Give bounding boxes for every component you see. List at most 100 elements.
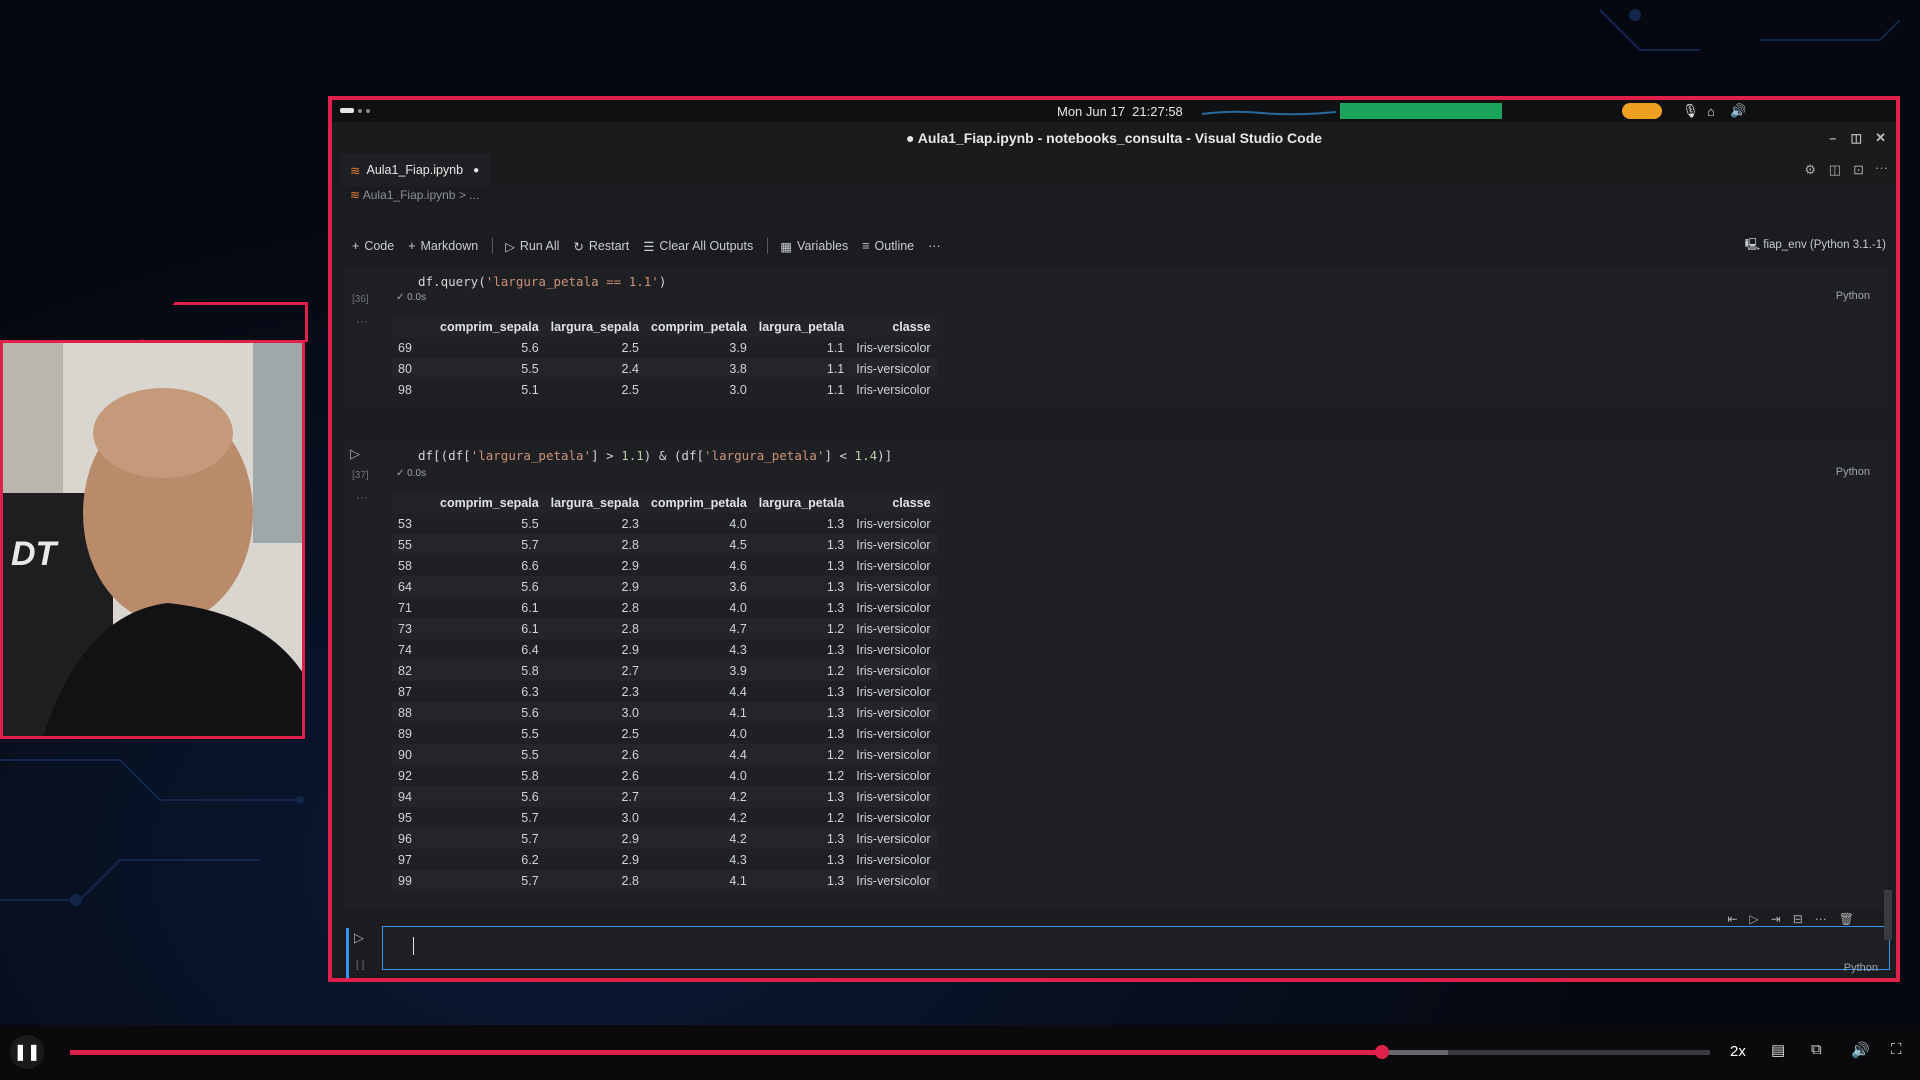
settings-gear-icon[interactable]: ⚙ bbox=[1804, 162, 1816, 178]
run-all-button[interactable]: ▷ Run All bbox=[505, 239, 559, 254]
recording-indicator-icon[interactable] bbox=[1622, 103, 1662, 119]
run-below-icon[interactable]: ⇥ bbox=[1771, 912, 1793, 926]
tab-aula1-fiap[interactable]: ≋ Aula1_Fiap.ipynb ● bbox=[340, 154, 490, 186]
unsaved-dot-icon[interactable]: ● bbox=[473, 165, 479, 176]
execution-time: 0.0s bbox=[407, 292, 427, 303]
playback-speed-button[interactable]: 2x bbox=[1730, 1043, 1746, 1060]
workspace-dot-icon[interactable] bbox=[366, 109, 370, 113]
row-index: 53 bbox=[398, 516, 412, 531]
add-code-button[interactable]: + Code bbox=[352, 239, 394, 253]
cell-classe: Iris-versicolor bbox=[850, 828, 937, 849]
add-markdown-label: Markdown bbox=[420, 239, 479, 253]
table-row: 92 5.8 2.6 4.0 1.2 Iris-versicolor bbox=[392, 765, 937, 786]
table-row: 80 5.5 2.4 3.8 1.1 Iris-versicolor bbox=[392, 358, 937, 379]
captions-icon[interactable]: ▤ bbox=[1771, 1041, 1785, 1059]
cell-value: 2.5 bbox=[621, 382, 639, 397]
cell-value: 5.5 bbox=[434, 358, 545, 379]
cell-language-label[interactable]: Python bbox=[1836, 290, 1870, 302]
table-row: 98 5.1 2.5 3.0 1.1 Iris-versicolor bbox=[392, 379, 937, 400]
minimize-icon[interactable]: – bbox=[1829, 131, 1836, 145]
table-row: 99 5.7 2.8 4.1 1.3 Iris-versicolor bbox=[392, 870, 937, 891]
volume-icon[interactable]: 🔊 bbox=[1730, 103, 1746, 119]
picture-in-picture-icon[interactable]: ⧉ bbox=[1811, 1041, 1822, 1058]
cell-value: 2.3 bbox=[621, 684, 639, 699]
cell-value: 1.2 bbox=[826, 810, 845, 825]
cell-value: 4.0 bbox=[729, 600, 747, 615]
run-cell-icon[interactable]: ▷ bbox=[350, 446, 360, 462]
empty-code-cell-input[interactable] bbox=[382, 926, 1890, 970]
system-clock[interactable]: Mon Jun 17 21:27:58 bbox=[1057, 104, 1183, 119]
dataframe-output: comprim_sepala largura_sepala comprim_pe… bbox=[392, 492, 937, 891]
run-above-icon[interactable]: ⇤ bbox=[1727, 912, 1749, 926]
kernel-picker[interactable]: 🖳 fiap_env (Python 3.1.-1) bbox=[1745, 237, 1886, 256]
split-editor-icon[interactable]: ◫ bbox=[1829, 162, 1841, 178]
cell-value: 4.2 bbox=[729, 810, 747, 825]
more-actions-icon[interactable]: ··· bbox=[1875, 160, 1888, 175]
more-toolbar-button[interactable]: ··· bbox=[928, 239, 941, 253]
cell-code[interactable]: df.query('largura_petala == 1.1') bbox=[418, 274, 666, 289]
row-index: 87 bbox=[398, 684, 412, 699]
breadcrumb[interactable]: ≋ Aula1_Fiap.ipynb > ... bbox=[350, 188, 479, 202]
more-actions-icon[interactable]: ⋯ bbox=[1815, 912, 1839, 926]
output-more-icon[interactable]: ··· bbox=[356, 490, 368, 504]
pause-icon[interactable]: ❚❚ bbox=[10, 1035, 44, 1069]
cell-classe: Iris-versicolor bbox=[850, 660, 937, 681]
workspace-indicator-icon[interactable] bbox=[340, 108, 354, 113]
vertical-scrollbar[interactable] bbox=[1884, 890, 1892, 940]
plus-icon: + bbox=[408, 239, 416, 253]
restart-button[interactable]: ↻ Restart bbox=[573, 239, 629, 254]
variables-button[interactable]: ▦ Variables bbox=[780, 239, 848, 254]
run-cell-icon[interactable]: ▷ bbox=[354, 930, 364, 946]
cell-code[interactable]: df[(df['largura_petala'] > 1.1) & (df['l… bbox=[418, 448, 892, 463]
column-header: largura_petala bbox=[752, 492, 851, 513]
table-row: 69 5.6 2.5 3.9 1.1 Iris-versicolor bbox=[392, 337, 937, 358]
execution-status: ✓ 0.0s bbox=[396, 292, 426, 303]
cell-classe: Iris-versicolor bbox=[850, 534, 937, 555]
progress-track[interactable] bbox=[70, 1045, 1710, 1059]
delete-cell-icon[interactable]: 🗑 bbox=[1839, 912, 1866, 926]
row-index: 74 bbox=[398, 642, 412, 657]
table-row: 96 5.7 2.9 4.2 1.3 Iris-versicolor bbox=[392, 828, 937, 849]
workspace-dot-icon[interactable] bbox=[358, 109, 362, 113]
split-cell-icon[interactable]: ⊟ bbox=[1793, 912, 1815, 926]
outline-button[interactable]: ≡ Outline bbox=[862, 239, 914, 253]
notebook-cell-filter[interactable]: ▷ [37] df[(df['largura_petala'] > 1.1) &… bbox=[344, 440, 1888, 910]
cell-execution-count: [37] bbox=[352, 470, 369, 481]
maximize-icon[interactable]: ◫ bbox=[1851, 131, 1862, 145]
add-markdown-button[interactable]: + Markdown bbox=[408, 239, 478, 253]
restart-label: Restart bbox=[588, 239, 630, 253]
cell-language-label[interactable]: Python bbox=[1844, 962, 1878, 974]
network-icon[interactable]: ⌂ bbox=[1707, 104, 1715, 119]
output-more-icon[interactable]: ··· bbox=[356, 314, 368, 328]
cell-value: 2.9 bbox=[544, 576, 645, 597]
table-row: 71 6.1 2.8 4.0 1.3 Iris-versicolor bbox=[392, 597, 937, 618]
notebook-cell-query[interactable]: [36] df.query('largura_petala == 1.1') ✓… bbox=[344, 268, 1888, 408]
cell-value: 5.6 bbox=[521, 340, 539, 355]
cell-value: 4.4 bbox=[644, 744, 753, 765]
cell-value: 2.5 bbox=[621, 726, 639, 741]
microphone-icon[interactable]: 🎙 bbox=[1682, 103, 1699, 119]
vscode-window: Mon Jun 17 21:27:58 🎙 ⌂ 🔊 ● Aula1_Fiap.i… bbox=[328, 96, 1900, 982]
cell-value: 4.7 bbox=[644, 618, 753, 639]
fullscreen-icon[interactable]: ⛶ bbox=[1891, 1041, 1902, 1058]
cell-execution-count: [ ] bbox=[356, 960, 365, 971]
column-header: largura_sepala bbox=[544, 492, 645, 513]
cell-value: 2.9 bbox=[621, 558, 639, 573]
restart-icon: ↻ bbox=[573, 239, 584, 254]
cell-language-label[interactable]: Python bbox=[1836, 466, 1870, 478]
cell-value: 2.4 bbox=[544, 358, 645, 379]
volume-icon[interactable]: 🔊 bbox=[1851, 1041, 1870, 1059]
clear-all-outputs-button[interactable]: ☰ Clear All Outputs bbox=[643, 239, 753, 254]
cell-classe: Iris-versicolor bbox=[850, 744, 937, 765]
cell-value: 4.1 bbox=[644, 870, 753, 891]
lock-icon[interactable]: ⊡ bbox=[1853, 162, 1864, 178]
close-icon[interactable]: ✕ bbox=[1875, 130, 1886, 146]
webcam-presenter-image: DT bbox=[3, 343, 302, 736]
cell-value: 2.5 bbox=[621, 340, 639, 355]
run-cell-icon[interactable]: ▷ bbox=[1749, 912, 1770, 926]
cell-classe: Iris-versicolor bbox=[850, 786, 937, 807]
table-row: 53 5.5 2.3 4.0 1.3 Iris-versicolor bbox=[392, 513, 937, 534]
cell-value: 4.3 bbox=[729, 642, 747, 657]
progress-knob[interactable] bbox=[1375, 1045, 1389, 1059]
breadcrumb-rest: > ... bbox=[458, 188, 480, 202]
